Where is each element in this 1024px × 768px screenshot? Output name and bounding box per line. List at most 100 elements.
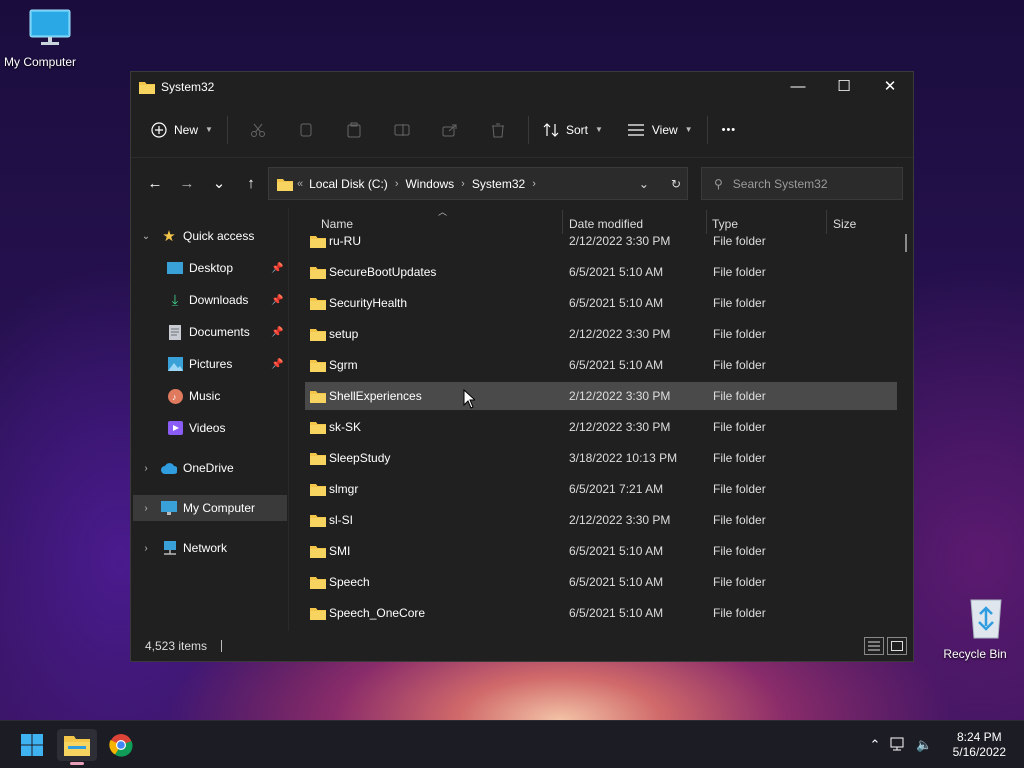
table-row[interactable]: ru-RU 2/12/2022 3:30 PM File folder: [305, 236, 897, 255]
pane-splitter[interactable]: [288, 208, 289, 631]
column-header-size[interactable]: Size: [833, 217, 856, 231]
sidebar-item-quick-access[interactable]: ⌄ ★ Quick access: [139, 223, 289, 249]
table-row[interactable]: Speech 6/5/2021 5:10 AM File folder: [305, 568, 897, 596]
table-row[interactable]: SecurityHealth 6/5/2021 5:10 AM File folde…: [305, 289, 897, 317]
copy-icon: [300, 123, 312, 136]
plus-circle-icon: [151, 121, 167, 138]
column-header-type[interactable]: Type: [712, 217, 738, 231]
videos-icon: [167, 420, 183, 436]
view-list-icon: [627, 123, 644, 136]
tiles-view-button[interactable]: [887, 637, 907, 655]
maximize-button[interactable]: ☐: [821, 72, 867, 100]
table-row[interactable]: SMI 6/5/2021 5:10 AM File folder: [305, 537, 897, 565]
start-button[interactable]: [12, 729, 52, 761]
expand-chevron-icon[interactable]: ⌄: [139, 231, 153, 242]
table-row[interactable]: slmgr 6/5/2021 7:21 AM File folder: [305, 475, 897, 503]
volume-icon[interactable]: 🔈: [916, 737, 932, 753]
command-bar: New ▼ Sort ▼ View ▼ •••: [131, 102, 913, 158]
cut-icon: [250, 123, 265, 137]
rename-button[interactable]: [378, 114, 426, 146]
breadcrumb-separator[interactable]: ›: [461, 178, 465, 190]
cloud-icon: [161, 460, 177, 476]
close-button[interactable]: ✕: [867, 72, 913, 100]
pin-icon: 📌: [271, 358, 284, 370]
table-row[interactable]: Sgrm 6/5/2021 5:10 AM File folder: [305, 351, 897, 379]
column-divider[interactable]: [706, 210, 707, 234]
desktop-icon-recycle-bin[interactable]: Recycle Bin: [933, 596, 1017, 661]
expand-chevron-icon[interactable]: ›: [139, 503, 153, 514]
search-box[interactable]: ⚲ Search System32: [701, 167, 903, 200]
forward-button[interactable]: →: [171, 167, 203, 199]
sidebar-item-downloads[interactable]: ⤓ Downloads 📌: [159, 287, 289, 313]
table-row[interactable]: SleepStudy 3/18/2022 10:13 PM File folder: [305, 444, 897, 472]
file-name: sl-SI: [329, 513, 353, 527]
breadcrumb-separator[interactable]: ›: [532, 178, 536, 190]
mouse-cursor-icon: [463, 389, 475, 409]
pin-icon: 📌: [271, 294, 284, 306]
sidebar-item-pictures[interactable]: Pictures 📌: [159, 351, 289, 377]
desktop-icon-my-computer[interactable]: My Computer: [0, 8, 82, 69]
show-hidden-icons-chevron-icon[interactable]: ⌃: [870, 737, 881, 753]
breadcrumb-system32[interactable]: System32: [472, 177, 525, 191]
search-input[interactable]: Search System32: [733, 177, 828, 191]
recent-locations-button[interactable]: ⌄: [203, 167, 235, 199]
sidebar-item-onedrive[interactable]: › OneDrive: [139, 455, 289, 481]
sidebar-item-network[interactable]: › Network: [139, 535, 289, 561]
folder-icon: [310, 453, 326, 465]
file-name: SecurityHealth: [329, 296, 408, 310]
refresh-icon[interactable]: ↻: [671, 177, 681, 191]
breadcrumb-separator[interactable]: ›: [395, 178, 399, 190]
taskbar-file-explorer[interactable]: [57, 729, 97, 765]
address-dropdown-icon[interactable]: ⌄: [639, 177, 649, 191]
documents-icon: [167, 324, 183, 340]
details-view-button[interactable]: [864, 637, 884, 655]
new-button[interactable]: New ▼: [143, 114, 221, 146]
sidebar-item-label: Documents: [189, 325, 250, 339]
column-headers: ︿ Name Date modified Type Size: [291, 208, 913, 238]
more-options-button[interactable]: •••: [714, 114, 745, 146]
cut-button[interactable]: [234, 114, 282, 146]
folder-icon: [310, 515, 326, 527]
column-header-date[interactable]: Date modified: [569, 217, 643, 231]
column-divider[interactable]: [826, 210, 827, 234]
expand-chevron-icon[interactable]: ›: [139, 543, 153, 554]
breadcrumb-windows[interactable]: Windows: [405, 177, 454, 191]
vertical-scrollbar[interactable]: [905, 234, 907, 252]
clock-date: 5/16/2022: [952, 745, 1006, 759]
item-count: 4,523 items: [145, 639, 208, 653]
sidebar-item-desktop[interactable]: Desktop 📌: [159, 255, 289, 281]
table-row[interactable]: setup 2/12/2022 3:30 PM File folder: [305, 320, 897, 348]
paste-button[interactable]: [330, 114, 378, 146]
table-row[interactable]: Speech_OneCore 6/5/2021 5:10 AM File folde…: [305, 599, 897, 627]
table-row[interactable]: sl-SI 2/12/2022 3:30 PM File folder: [305, 506, 897, 534]
up-button[interactable]: ↑: [235, 167, 267, 199]
breadcrumb-local-disk[interactable]: Local Disk (C:): [309, 177, 388, 191]
view-button[interactable]: View ▼: [619, 114, 701, 146]
minimize-button[interactable]: —: [775, 72, 821, 100]
sidebar-item-my-computer[interactable]: › My Computer: [133, 495, 287, 521]
clock[interactable]: 8:24 PM 5/16/2022: [953, 730, 1006, 760]
folder-icon: [310, 267, 326, 279]
delete-button[interactable]: [474, 114, 522, 146]
column-divider[interactable]: [562, 210, 563, 234]
table-row[interactable]: SecureBootUpdates 6/5/2021 5:10 AM File fo…: [305, 258, 897, 286]
sidebar-item-videos[interactable]: Videos: [159, 415, 289, 441]
taskbar-chrome[interactable]: [101, 729, 141, 761]
table-row[interactable]: ShellExperiences 2/12/2022 3:30 PM File fo…: [305, 382, 897, 410]
sidebar-item-documents[interactable]: Documents 📌: [159, 319, 289, 345]
pin-icon: 📌: [271, 262, 284, 274]
address-bar[interactable]: « Local Disk (C:) › Windows › System32 ›…: [268, 167, 688, 200]
column-header-name[interactable]: Name: [321, 217, 353, 231]
sidebar-item-music[interactable]: ♪ Music: [159, 383, 289, 409]
file-date: 2/12/2022 3:30 PM: [569, 513, 671, 527]
file-type: File folder: [713, 265, 766, 279]
share-button[interactable]: [426, 114, 474, 146]
copy-button[interactable]: [282, 114, 330, 146]
table-row[interactable]: sk-SK 2/12/2022 3:30 PM File folder: [305, 413, 897, 441]
sort-button[interactable]: Sort ▼: [535, 114, 611, 146]
expand-chevron-icon[interactable]: ›: [139, 463, 153, 474]
back-button[interactable]: ←: [139, 167, 171, 199]
overflow-chevron-icon[interactable]: «: [297, 178, 303, 190]
network-status-icon[interactable]: [890, 737, 906, 754]
title-bar[interactable]: System32 — ☐ ✕: [131, 72, 913, 102]
